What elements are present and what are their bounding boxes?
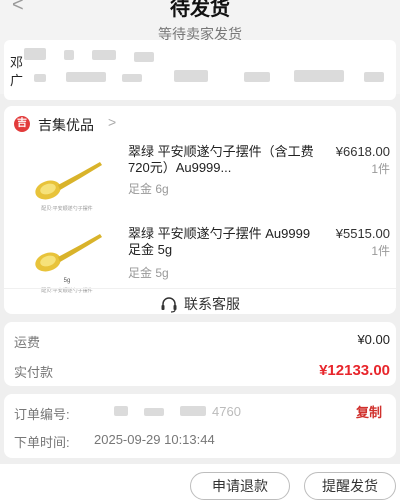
product-quantity: 1件 bbox=[371, 162, 390, 176]
redacted-block bbox=[122, 74, 142, 82]
redacted-block bbox=[364, 72, 384, 82]
shop-name[interactable]: 吉集优品 bbox=[38, 115, 94, 135]
shop-logo-icon: 吉 bbox=[14, 116, 30, 132]
shipping-value: ¥0.00 bbox=[357, 332, 390, 347]
redacted-block bbox=[114, 406, 128, 416]
redacted-block bbox=[294, 70, 344, 82]
redacted-block bbox=[34, 74, 46, 82]
address-card[interactable]: 邓 广 bbox=[4, 40, 396, 100]
paid-label: 实付款 bbox=[14, 365, 54, 380]
address-line: 广 bbox=[10, 73, 24, 88]
product-title: 翠绿 平安顺遂勺子摆件（含工费720元）Au9999... bbox=[128, 144, 314, 175]
order-info: 订单编号: 4760 复制 下单时间: 2025-09-29 10:13:44 bbox=[4, 394, 396, 458]
redacted-block bbox=[180, 406, 206, 416]
shipping-row: 运费 ¥0.00 bbox=[14, 332, 390, 352]
page-title: 待发货 bbox=[170, 0, 230, 20]
order-time-value: 2025-09-29 10:13:44 bbox=[94, 432, 215, 447]
redacted-block bbox=[66, 72, 106, 82]
recipient-name: 邓 bbox=[10, 55, 24, 70]
request-refund-button[interactable]: 申请退款 bbox=[190, 472, 290, 500]
redacted-block bbox=[174, 70, 208, 82]
paid-value: ¥12133.00 bbox=[319, 362, 390, 379]
redacted-block bbox=[134, 52, 154, 62]
order-number-label: 订单编号: bbox=[14, 407, 70, 422]
chevron-right-icon[interactable]: > bbox=[108, 114, 116, 130]
order-number-value: 4760 bbox=[212, 404, 241, 419]
image-caption: 配贝:平安顺遂勺子摆件 bbox=[41, 205, 92, 212]
shop-card: 吉 吉集优品 > 配贝:平安顺遂勺子摆件 翠绿 平安顺遂勺子摆件（含工费720元… bbox=[4, 106, 396, 314]
shipping-label: 运费 bbox=[14, 335, 41, 350]
remind-ship-button[interactable]: 提醒发货 bbox=[304, 472, 396, 500]
contact-service-label: 联系客服 bbox=[184, 296, 240, 312]
gold-spoon-image: 配贝:平安顺遂勺子摆件 bbox=[24, 140, 110, 218]
product-spec: 足金 6g bbox=[128, 182, 169, 196]
product-spec: 足金 5g bbox=[128, 266, 169, 280]
product-price: ¥6618.00 bbox=[335, 144, 390, 159]
redacted-block bbox=[244, 72, 270, 82]
redacted-block bbox=[92, 50, 116, 60]
contact-service-button[interactable]: 联系客服 bbox=[4, 288, 396, 314]
bottom-action-bar: 申请退款 提醒发货 bbox=[0, 464, 400, 504]
image-weight-label: 5g bbox=[64, 278, 71, 284]
product-title: 翠绿 平安顺遂勺子摆件 Au9999 足金 5g bbox=[128, 226, 311, 257]
order-time-label: 下单时间: bbox=[14, 435, 70, 450]
order-time-row: 下单时间: 2025-09-29 10:13:44 bbox=[14, 432, 390, 452]
product-item[interactable]: 配贝:平安顺遂勺子摆件 翠绿 平安顺遂勺子摆件（含工费720元）Au9999..… bbox=[4, 136, 396, 222]
redacted-block bbox=[144, 408, 164, 416]
redacted-block bbox=[24, 48, 46, 60]
payment-summary: 运费 ¥0.00 实付款 ¥12133.00 bbox=[4, 322, 396, 386]
redacted-block bbox=[64, 50, 74, 60]
product-price: ¥5515.00 bbox=[335, 226, 390, 241]
product-quantity: 1件 bbox=[371, 244, 390, 258]
paid-row: 实付款 ¥12133.00 bbox=[14, 362, 390, 382]
headset-icon bbox=[161, 297, 177, 313]
copy-button[interactable]: 复制 bbox=[356, 402, 382, 421]
